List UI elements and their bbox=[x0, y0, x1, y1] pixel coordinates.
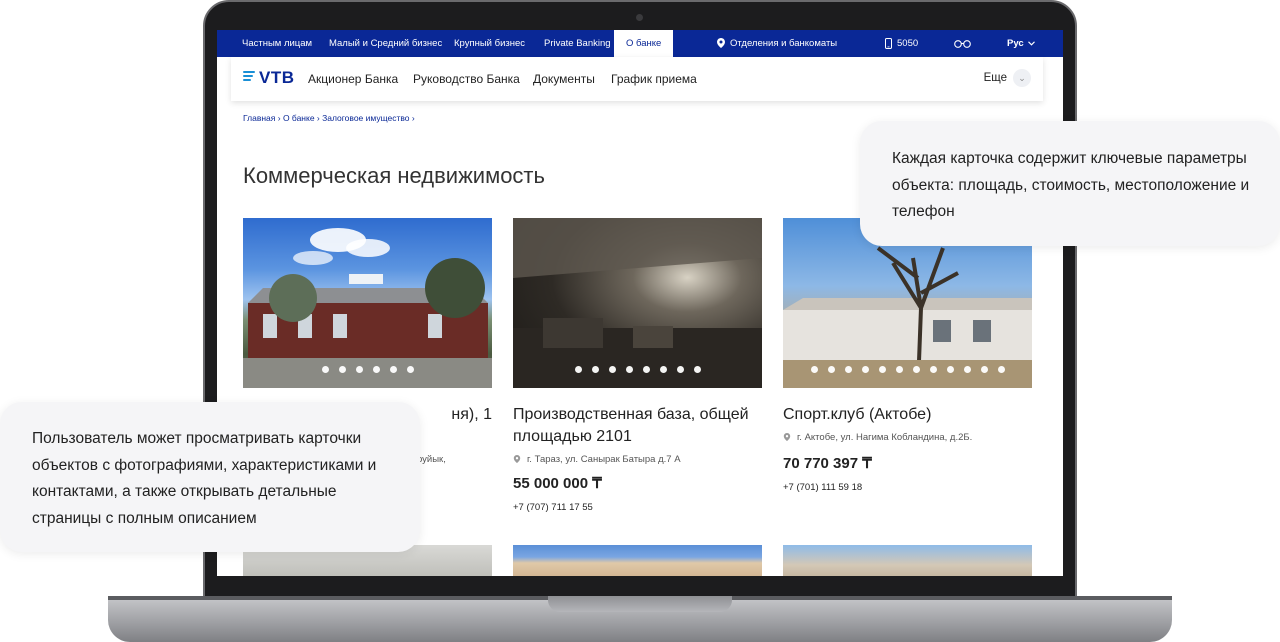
nav-documents[interactable]: Документы bbox=[533, 72, 595, 86]
branches-label: Отделения и банкоматы bbox=[730, 38, 838, 49]
phone-icon bbox=[885, 37, 892, 49]
glasses-icon bbox=[954, 40, 971, 48]
property-address: руйык, bbox=[417, 454, 446, 465]
chevron-right-icon: › bbox=[411, 113, 415, 123]
property-photo[interactable] bbox=[513, 218, 762, 388]
property-price: 70 770 397 ₸ bbox=[783, 455, 872, 472]
accessibility-toggle[interactable] bbox=[954, 30, 971, 57]
address-text: г. Актобе, ул. Нагима Кобландина, д.2Б. bbox=[797, 432, 973, 443]
address-text: г. Тараз, ул. Санырак Батыра д.7 А bbox=[527, 454, 681, 465]
tab-private-banking[interactable]: Private Banking bbox=[544, 30, 611, 57]
page-title: Коммерческая недвижимость bbox=[243, 163, 545, 188]
tab-sme[interactable]: Малый и Средний бизнес bbox=[329, 30, 442, 57]
location-pin-icon bbox=[783, 433, 791, 441]
chevron-down-icon: ⌄ bbox=[1013, 69, 1031, 87]
nav-schedule[interactable]: График приема bbox=[611, 72, 697, 86]
camera-icon bbox=[636, 14, 643, 21]
callout-text: Каждая карточка содержит ключевые параме… bbox=[892, 150, 1250, 220]
photo-pagination[interactable] bbox=[783, 360, 1032, 378]
photo-pagination[interactable] bbox=[243, 360, 492, 378]
branches-link[interactable]: Отделения и банкоматы bbox=[717, 30, 837, 57]
breadcrumb-home[interactable]: Главная bbox=[243, 113, 275, 123]
property-phone[interactable]: +7 (701) 111 59 18 bbox=[783, 482, 862, 493]
logo-text: VTB bbox=[259, 68, 295, 87]
phone-label: 5050 bbox=[897, 38, 919, 49]
language-select[interactable]: Рус bbox=[1007, 30, 1036, 57]
feature-callout-cards: Каждая карточка содержит ключевые параме… bbox=[860, 121, 1280, 246]
feature-callout-browse: Пользователь может просматривать карточк… bbox=[0, 402, 420, 552]
callout-text: Пользователь может просматривать карточк… bbox=[32, 430, 377, 527]
top-bar: Частным лицам Малый и Средний бизнес Кру… bbox=[217, 30, 1063, 57]
phone-link[interactable]: 5050 bbox=[885, 30, 918, 57]
location-pin-icon bbox=[513, 455, 521, 463]
photo-pagination[interactable] bbox=[513, 360, 762, 378]
tab-about[interactable]: О банке bbox=[614, 30, 674, 57]
nav-shareholder[interactable]: Акционер Банка bbox=[308, 72, 398, 86]
property-photo[interactable] bbox=[243, 218, 492, 388]
property-title[interactable]: Спорт.клуб (Актобе) bbox=[783, 404, 1032, 426]
more-label: Еще bbox=[983, 72, 1007, 85]
property-photo[interactable] bbox=[513, 545, 762, 576]
property-phone[interactable]: +7 (707) 711 17 55 bbox=[513, 502, 593, 513]
property-card[interactable]: Производственная база, общей площадью 21… bbox=[513, 218, 762, 513]
language-label: Рус bbox=[1007, 38, 1024, 49]
tab-corporate[interactable]: Крупный бизнес bbox=[454, 30, 525, 57]
nav-management[interactable]: Руководство Банка bbox=[413, 72, 520, 86]
location-pin-icon bbox=[717, 38, 725, 49]
breadcrumb-about[interactable]: О банке bbox=[283, 113, 315, 123]
property-title[interactable]: Производственная база, общей площадью 21… bbox=[513, 404, 762, 448]
main-nav: VTB Акционер Банка Руководство Банка Док… bbox=[231, 57, 1043, 101]
property-card[interactable]: ня), 1 руйык, bbox=[243, 218, 492, 465]
tab-private[interactable]: Частным лицам bbox=[242, 30, 312, 57]
breadcrumb-collateral[interactable]: Залоговое имущество bbox=[322, 113, 409, 123]
property-address: г. Актобе, ул. Нагима Кобландина, д.2Б. bbox=[783, 432, 972, 443]
logo-mark-icon bbox=[243, 71, 255, 83]
property-price: 55 000 000 ₸ bbox=[513, 475, 602, 492]
more-menu[interactable]: Еще ⌄ bbox=[984, 69, 1031, 87]
chevron-down-icon bbox=[1028, 41, 1036, 46]
property-photo[interactable] bbox=[783, 545, 1032, 576]
laptop-notch bbox=[548, 596, 732, 612]
property-address: г. Тараз, ул. Санырак Батыра д.7 А bbox=[513, 454, 681, 465]
breadcrumb: Главная › О банке › Залоговое имущество … bbox=[243, 113, 415, 123]
